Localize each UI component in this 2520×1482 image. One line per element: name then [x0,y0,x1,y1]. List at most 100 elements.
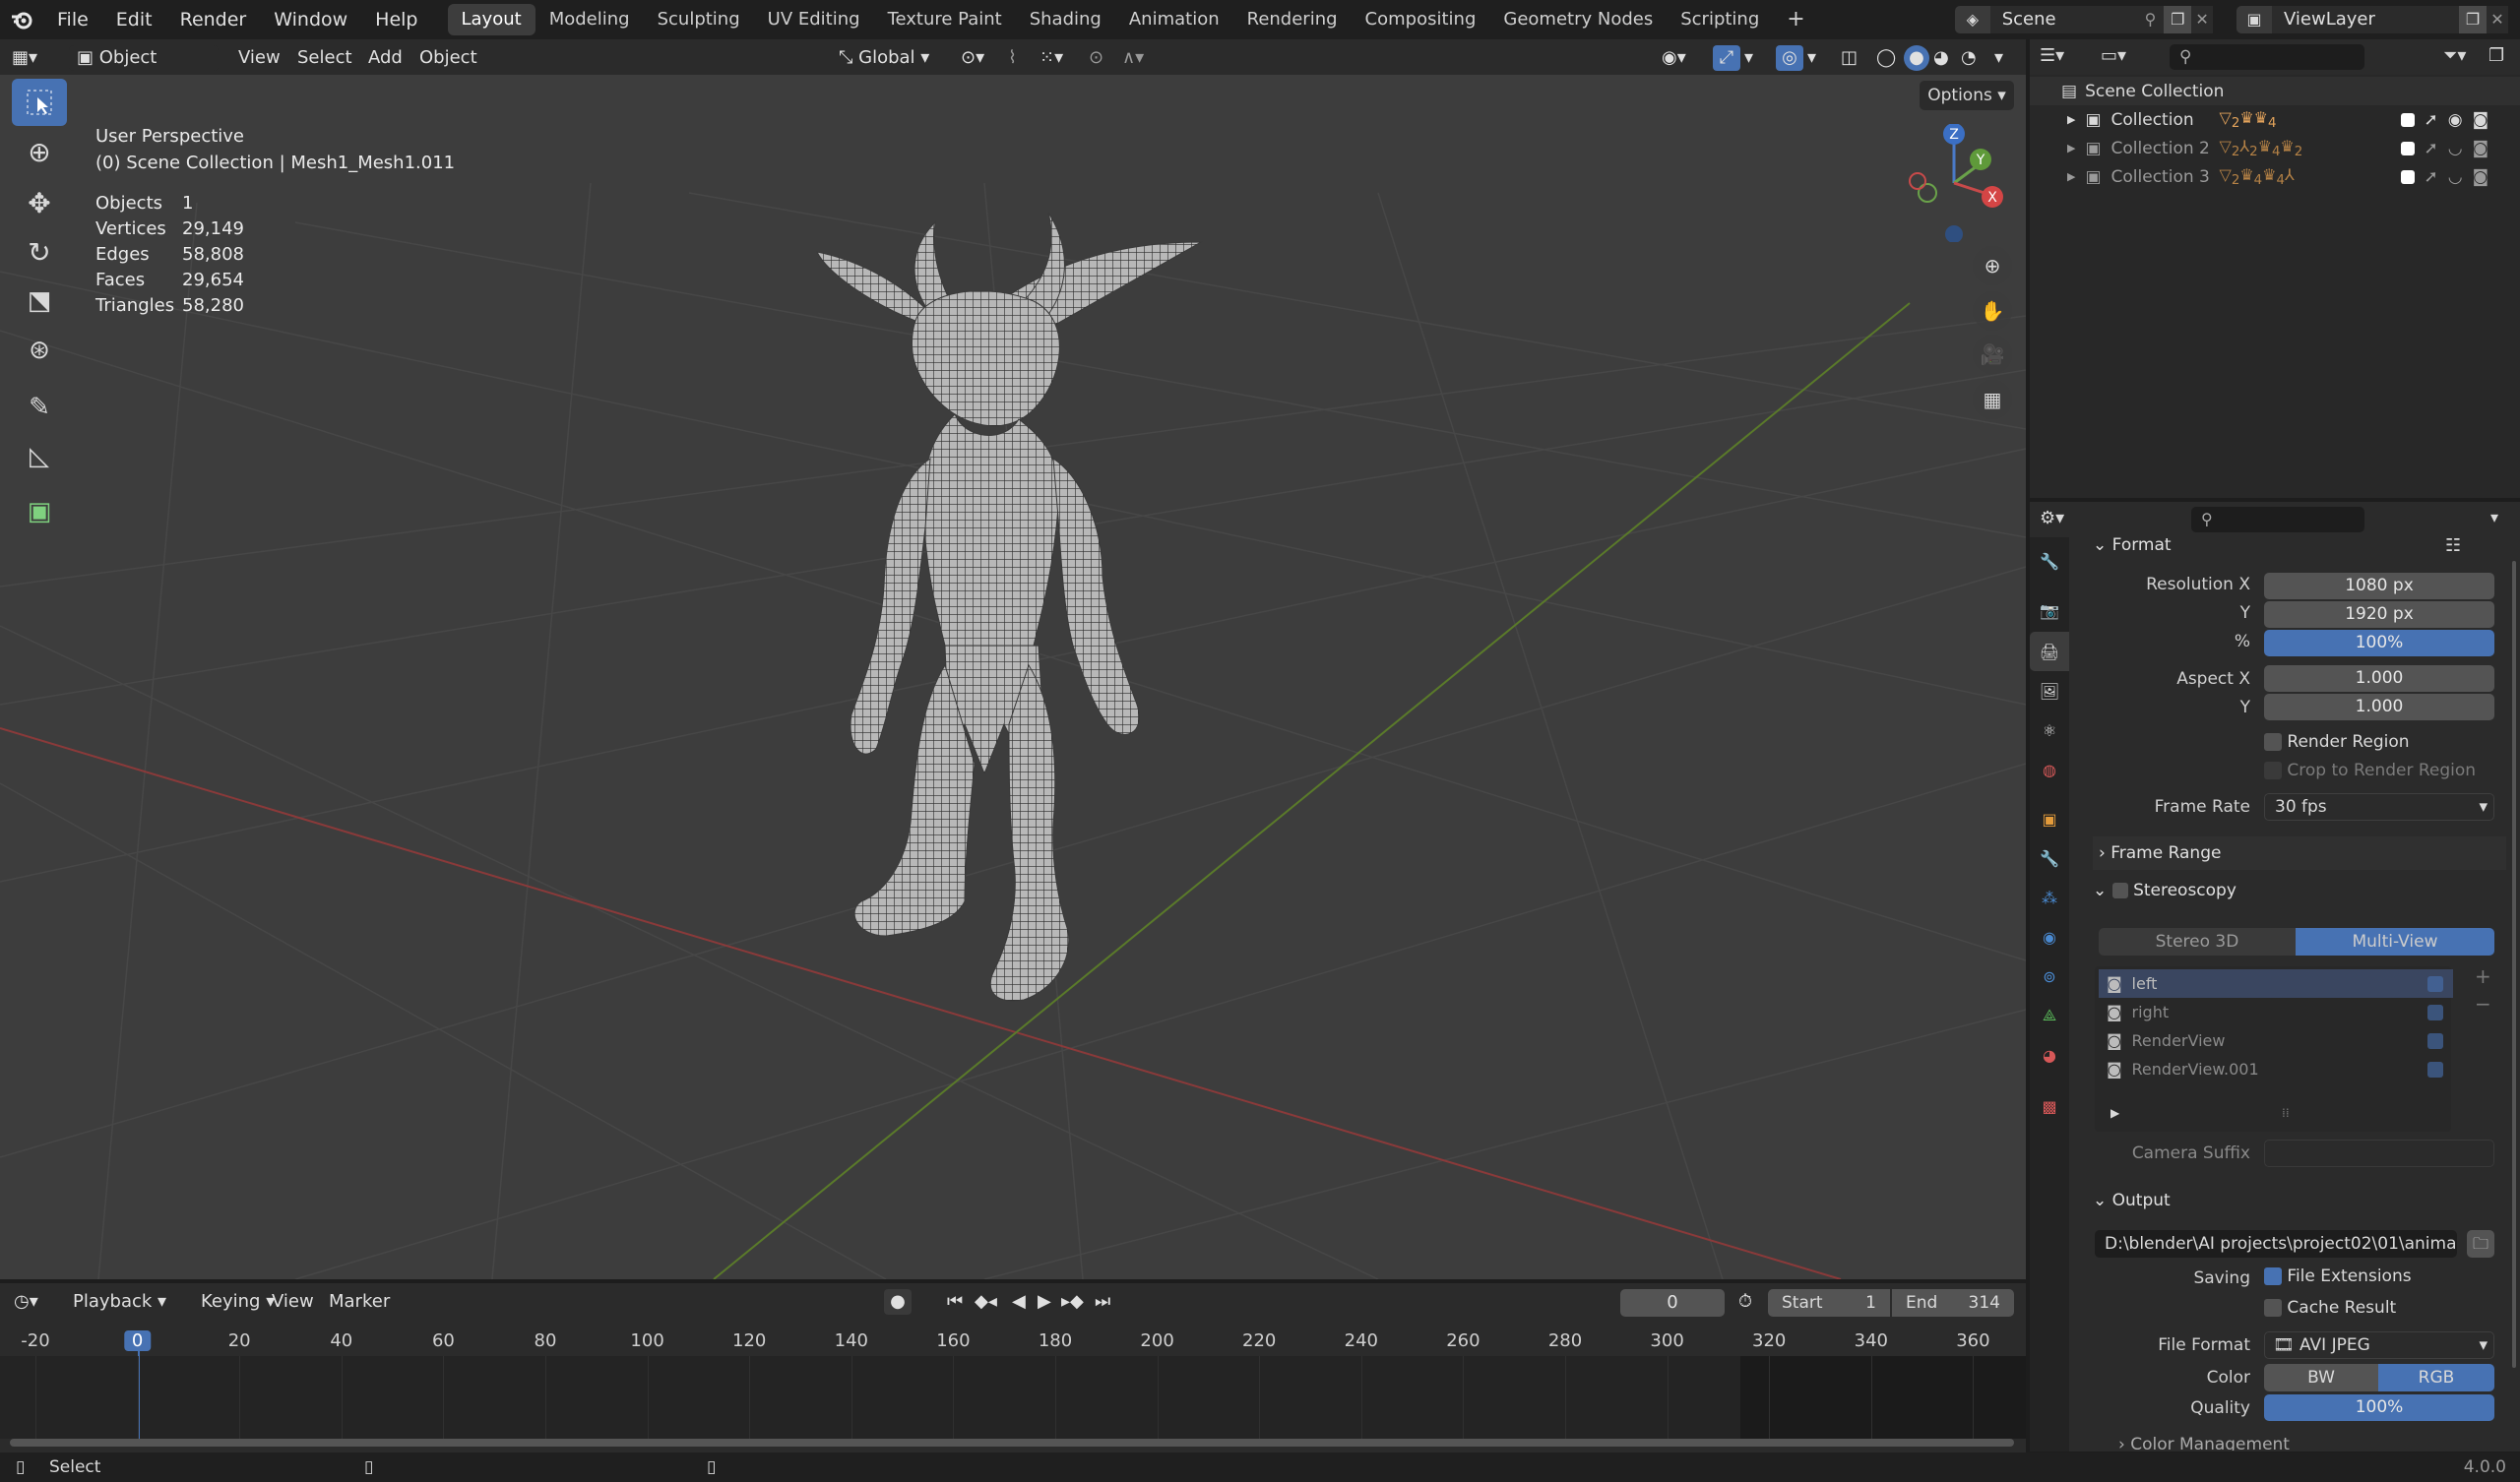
stereoscopy-panel-header[interactable]: ⌄ Stereoscopy [2093,874,2506,907]
expand-arrow-icon[interactable]: ▶ [2067,113,2075,126]
shading-dropdown-icon[interactable]: ▾ [1994,45,2010,71]
quality-slider[interactable]: 100% [2264,1394,2494,1421]
properties-options-icon[interactable]: ▾ [2490,508,2498,526]
play-icon[interactable]: ▶ [1038,1289,1051,1315]
solid-shading-icon[interactable]: ● [1904,45,1929,71]
tab-scripting[interactable]: Scripting [1667,4,1773,35]
select-icon[interactable]: ➚ [2425,167,2438,187]
list-expand-icon[interactable]: ▶ [2110,1106,2119,1120]
eye-icon[interactable]: ◉ [2448,110,2463,130]
new-scene-icon[interactable]: ❐ [2164,6,2192,33]
timeline-editor-type-icon[interactable]: ◷▾ [14,1289,38,1315]
scene-tab-icon[interactable]: ⚛ [2030,710,2069,750]
view-enabled-checkbox[interactable] [2427,1032,2443,1049]
use-preview-range-icon[interactable]: ⏱ [1738,1289,1752,1315]
options-button[interactable]: Options ▾ [1920,81,2014,110]
ortho-toggle-button[interactable]: ▦ [1973,380,2012,419]
scale-tool[interactable]: ⬔ [12,278,67,325]
add-cube-tool[interactable]: ▣ [12,488,67,535]
material-shading-icon[interactable]: ◕ [1933,45,1957,71]
select-box-tool[interactable] [12,79,67,126]
goblin-mesh[interactable] [807,213,1221,1138]
world-tab-icon[interactable]: ◍ [2030,750,2069,789]
proportional-edit-icon[interactable]: ⊙ [1089,45,1110,71]
menu-render[interactable]: Render [166,0,261,39]
outliner-row-collection-3[interactable]: ▶ ▣ Collection 3 ▽2♛4♛4⅄ ➚ ◡ ◙ [2030,162,2520,191]
tab-shading[interactable]: Shading [1016,4,1115,35]
aspect-x-field[interactable]: 1.000 [2264,665,2494,692]
wireframe-shading-icon[interactable]: ◯ [1876,45,1900,71]
auto-keying-icon[interactable]: ● [884,1289,912,1315]
aspect-y-field[interactable]: 1.000 [2264,694,2494,720]
constraints-tab-icon[interactable]: ⊚ [2030,957,2069,996]
current-frame-field[interactable]: 0 [1620,1289,1725,1317]
pan-button[interactable]: ✋ [1973,291,2012,331]
visibility-icon[interactable]: ◉▾ [1662,45,1701,71]
menu-object[interactable]: Object [419,45,477,71]
stereo-3d-button[interactable]: Stereo 3D [2099,928,2296,956]
select-icon[interactable]: ➚ [2425,139,2438,158]
eye-closed-icon[interactable]: ◡ [2448,167,2463,187]
tab-texture-paint[interactable]: Texture Paint [874,4,1016,35]
timeline-area[interactable]: -20 0 20 40 60 80 100 120 140 160 180 200 220 240 260 2… [0,1323,2026,1452]
menu-add[interactable]: Add [368,45,403,71]
exclude-checkbox[interactable] [2400,169,2415,184]
expand-arrow-icon[interactable]: ▶ [2067,142,2075,154]
tab-sculpting[interactable]: Sculpting [644,4,754,35]
color-rgb-button[interactable]: RGB [2378,1364,2494,1391]
3d-viewport[interactable]: ⊕ ✥ ↻ ⬔ ⊛ ✎ ◺ ▣ User Perspective (0) Sce… [0,75,2026,1279]
editor-type-icon[interactable]: ▦▾ [12,45,51,71]
remove-view-icon[interactable]: − [2475,992,2491,1016]
delete-viewlayer-icon[interactable]: ✕ [2487,6,2508,33]
output-tab-icon[interactable]: 🖨 [2030,632,2069,671]
eye-closed-icon[interactable]: ◡ [2448,139,2463,158]
modifier-tab-icon[interactable]: 🔧 [2030,838,2069,878]
view-row-renderview[interactable]: ◙ RenderView [2099,1026,2453,1055]
menu-playback[interactable]: Playback ▾ [73,1289,166,1315]
resolution-pct-slider[interactable]: 100% [2264,630,2494,656]
render-tab-icon[interactable]: 📷 [2030,590,2069,630]
delete-scene-icon[interactable]: ✕ [2191,6,2214,33]
menu-select[interactable]: Select [297,45,352,71]
output-path-field[interactable]: D:\blender\AI projects\project02\01\anim… [2095,1230,2457,1258]
menu-view[interactable]: View [238,45,281,71]
tab-compositing[interactable]: Compositing [1352,4,1490,35]
new-viewlayer-icon[interactable]: ❐ [2459,6,2487,33]
snap-icon[interactable]: ⌇ [1008,45,1036,71]
jump-start-icon[interactable]: ⏮ [947,1289,963,1315]
browse-folder-icon[interactable]: 🗀 [2467,1230,2494,1258]
display-mode-icon[interactable]: ▭▾ [2101,45,2126,66]
annotate-tool[interactable]: ✎ [12,384,67,431]
overlay-dropdown-icon[interactable]: ▾ [1807,45,1823,71]
render-camera-icon[interactable]: ◙ [2473,139,2489,158]
play-reverse-icon[interactable]: ◀ [1012,1289,1026,1315]
scene-selector[interactable]: ◈ Scene ⚲ ❐ ✕ [1955,4,2214,35]
viewlayer-selector[interactable]: ▣ ViewLayer ❐ ✕ [2236,4,2520,35]
overlay-toggle-icon[interactable]: ◎ [1776,45,1803,71]
new-collection-icon[interactable]: ❐ [2488,45,2504,66]
menu-edit[interactable]: Edit [102,0,166,39]
tab-layout[interactable]: Layout [447,4,536,35]
view-row-left[interactable]: ◙ left [2099,969,2453,998]
end-frame-field[interactable]: End 314 [1892,1289,2014,1317]
menu-file[interactable]: File [43,0,102,39]
presets-icon[interactable]: ☷ [2445,535,2461,556]
stereoscopy-checkbox[interactable] [2111,883,2128,898]
menu-help[interactable]: Help [361,0,431,39]
filter-icon[interactable]: ⏷▾ [2443,45,2466,66]
frame-rate-dropdown[interactable]: 30 fps ▾ [2264,793,2494,821]
tab-modeling[interactable]: Modeling [536,4,644,35]
select-icon[interactable]: ➚ [2425,110,2438,130]
menu-keying[interactable]: Keying ▾ [201,1289,275,1315]
cursor-tool[interactable]: ⊕ [12,128,67,175]
next-keyframe-icon[interactable]: ▸◆ [1061,1289,1084,1315]
rendered-shading-icon[interactable]: ◔ [1961,45,1984,71]
gizmo-toggle-icon[interactable]: ⤢ [1713,45,1740,71]
resolution-y-field[interactable]: 1920 px [2264,601,2494,628]
timeline-scrollbar[interactable] [10,1439,2014,1447]
xray-icon[interactable]: ◫ [1841,45,1864,71]
material-tab-icon[interactable]: ◕ [2030,1035,2069,1075]
outliner-search-field[interactable]: ⚲ [2170,44,2364,70]
blender-logo-icon[interactable] [0,0,43,39]
view-row-renderview-001[interactable]: ◙ RenderView.001 [2099,1055,2453,1083]
